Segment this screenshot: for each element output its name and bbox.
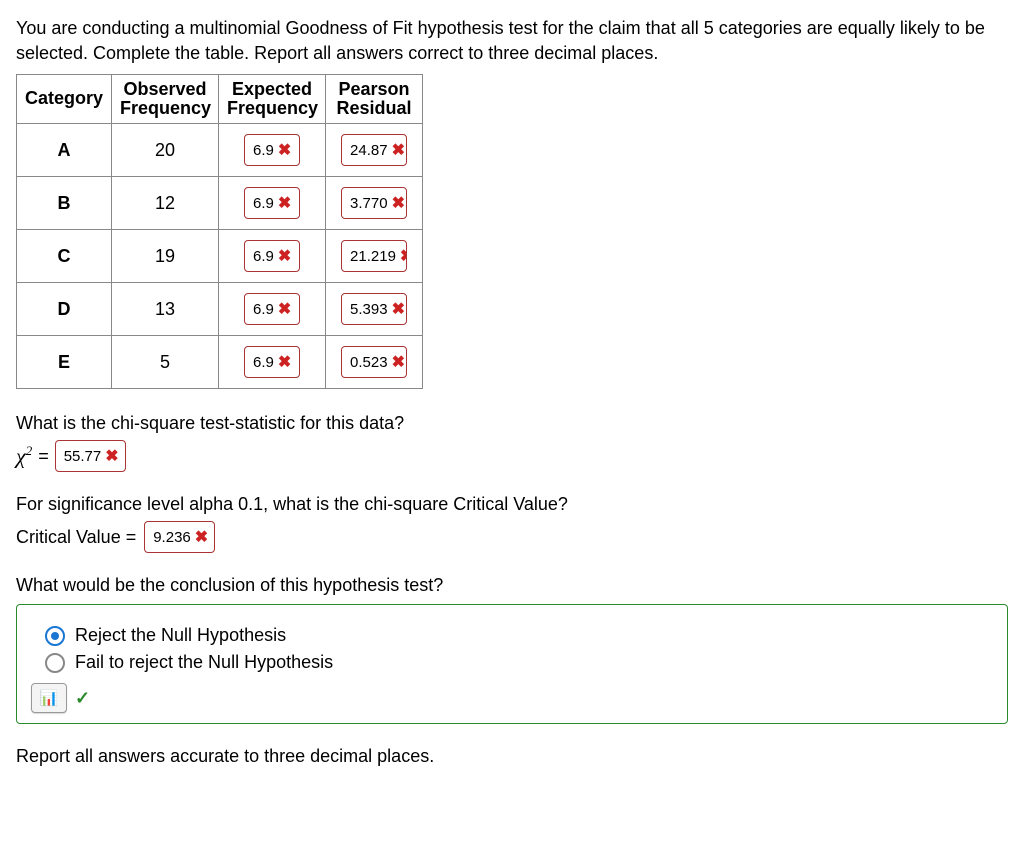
calculator-button[interactable]: 📊 <box>31 683 67 713</box>
col-residual: Pearson Residual <box>326 75 423 124</box>
col-expected: Expected Frequency <box>219 75 326 124</box>
radio-label: Reject the Null Hypothesis <box>75 625 286 646</box>
expected-cell: 6.9✖ <box>219 124 326 177</box>
category-cell: B <box>17 177 112 230</box>
expected-cell: 6.9✖ <box>219 230 326 283</box>
expected-input[interactable]: 6.9✖ <box>244 346 300 378</box>
radio-option[interactable]: Fail to reject the Null Hypothesis <box>45 652 991 673</box>
calculator-icon: 📊 <box>40 689 59 707</box>
table-row: E5 6.9✖ 0.523✖ <box>17 336 423 389</box>
wrong-icon: ✖ <box>278 193 291 213</box>
radio-icon <box>45 626 65 646</box>
wrong-icon: ✖ <box>400 246 407 266</box>
residual-input[interactable]: 21.219✖ <box>341 240 407 272</box>
wrong-icon: ✖ <box>278 352 291 372</box>
chi-square-symbol: χ2 <box>16 443 32 469</box>
table-row: C19 6.9✖ 21.219✖ <box>17 230 423 283</box>
wrong-icon: ✖ <box>278 246 291 266</box>
radio-option[interactable]: Reject the Null Hypothesis <box>45 625 991 646</box>
residual-cell: 0.523✖ <box>326 336 423 389</box>
residual-cell: 21.219✖ <box>326 230 423 283</box>
expected-input[interactable]: 6.9✖ <box>244 293 300 325</box>
chi-value-input[interactable]: 55.77 ✖ <box>55 440 126 472</box>
wrong-icon: ✖ <box>392 299 405 319</box>
table-row: A20 6.9✖ 24.87✖ <box>17 124 423 177</box>
equals-sign: = <box>38 446 49 467</box>
category-cell: C <box>17 230 112 283</box>
radio-label: Fail to reject the Null Hypothesis <box>75 652 333 673</box>
instruction-text: You are conducting a multinomial Goodnes… <box>16 16 1008 66</box>
frequency-table: Category Observed Frequency Expected Fre… <box>16 74 423 389</box>
expected-input[interactable]: 6.9✖ <box>244 187 300 219</box>
residual-cell: 3.770✖ <box>326 177 423 230</box>
residual-input[interactable]: 24.87✖ <box>341 134 407 166</box>
wrong-icon: ✖ <box>392 193 405 213</box>
chi-question: What is the chi-square test-statistic fo… <box>16 413 1008 434</box>
residual-cell: 5.393✖ <box>326 283 423 336</box>
col-category: Category <box>17 75 112 124</box>
residual-input[interactable]: 3.770✖ <box>341 187 407 219</box>
expected-input[interactable]: 6.9✖ <box>244 240 300 272</box>
observed-cell: 13 <box>112 283 219 336</box>
footer-note: Report all answers accurate to three dec… <box>16 746 1008 767</box>
correct-icon: ✓ <box>75 688 90 709</box>
conclusion-box: Reject the Null Hypothesis Fail to reject… <box>16 604 1008 724</box>
col-observed: Observed Frequency <box>112 75 219 124</box>
expected-cell: 6.9✖ <box>219 336 326 389</box>
category-cell: E <box>17 336 112 389</box>
expected-cell: 6.9✖ <box>219 177 326 230</box>
wrong-icon: ✖ <box>278 299 291 319</box>
critical-value-label: Critical Value = <box>16 527 136 548</box>
observed-cell: 20 <box>112 124 219 177</box>
wrong-icon: ✖ <box>105 446 118 466</box>
wrong-icon: ✖ <box>392 140 405 160</box>
critical-value-input[interactable]: 9.236 ✖ <box>144 521 215 553</box>
residual-input[interactable]: 0.523✖ <box>341 346 407 378</box>
wrong-icon: ✖ <box>195 527 208 547</box>
wrong-icon: ✖ <box>392 352 405 372</box>
wrong-icon: ✖ <box>278 140 291 160</box>
residual-input[interactable]: 5.393✖ <box>341 293 407 325</box>
conclusion-question: What would be the conclusion of this hyp… <box>16 575 1008 596</box>
category-cell: A <box>17 124 112 177</box>
expected-cell: 6.9✖ <box>219 283 326 336</box>
category-cell: D <box>17 283 112 336</box>
table-row: B12 6.9✖ 3.770✖ <box>17 177 423 230</box>
radio-icon <box>45 653 65 673</box>
residual-cell: 24.87✖ <box>326 124 423 177</box>
observed-cell: 19 <box>112 230 219 283</box>
observed-cell: 5 <box>112 336 219 389</box>
observed-cell: 12 <box>112 177 219 230</box>
expected-input[interactable]: 6.9✖ <box>244 134 300 166</box>
critical-value-question: For significance level alpha 0.1, what i… <box>16 494 1008 515</box>
table-row: D13 6.9✖ 5.393✖ <box>17 283 423 336</box>
